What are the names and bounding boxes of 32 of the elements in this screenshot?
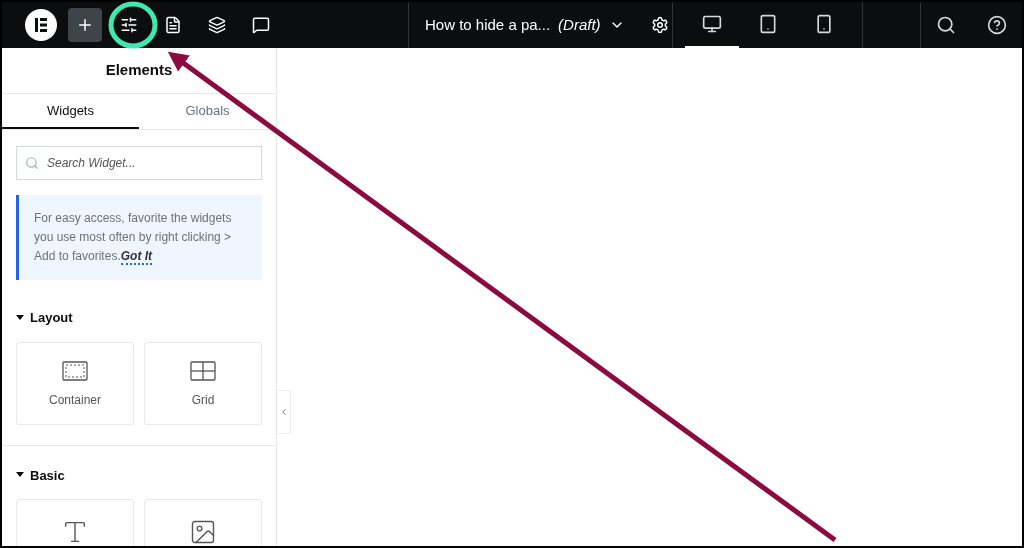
panel-title: Elements: [105, 60, 173, 81]
caret-icon[interactable]: [16, 472, 24, 479]
logo-icon: [25, 9, 57, 41]
search-icon[interactable]: [936, 15, 957, 35]
category-title: Basic: [30, 466, 65, 485]
widget-label: Grid: [191, 391, 215, 409]
widget-tile[interactable]: Grid: [144, 341, 262, 425]
tip-text: For easy access, favorite the widgets you use most often by right clicking > Add to favorites.Got It: [34, 210, 233, 266]
category-title: Layout: [30, 309, 73, 327]
toolbar-button[interactable]: [68, 8, 102, 42]
plus-icon: [76, 16, 94, 34]
toolbar-button[interactable]: [24, 8, 58, 42]
panel-tab[interactable]: Widgets: [2, 94, 139, 129]
got-it-link[interactable]: Got It: [120, 249, 153, 265]
container-icon: [62, 360, 88, 381]
search-icon: [25, 156, 39, 170]
image-icon: [189, 518, 217, 546]
search-field[interactable]: Search Widget...: [16, 146, 262, 180]
layers-icon: [208, 16, 226, 34]
settings-icon[interactable]: [650, 16, 669, 34]
sliders-icon: [120, 16, 138, 34]
document-status: (Draft): [558, 14, 601, 35]
widget-tile[interactable]: Container: [16, 341, 134, 425]
help-icon[interactable]: [986, 15, 1007, 35]
widget-label: Container: [49, 391, 101, 409]
grid-icon: [190, 360, 216, 381]
panel-tab[interactable]: Globals: [139, 94, 276, 129]
document-icon: [164, 16, 182, 34]
desktop-icon: [701, 14, 722, 34]
caret-icon[interactable]: [16, 314, 24, 321]
document-title: How to hide a pa...: [425, 14, 551, 35]
comment-icon: [252, 16, 270, 34]
